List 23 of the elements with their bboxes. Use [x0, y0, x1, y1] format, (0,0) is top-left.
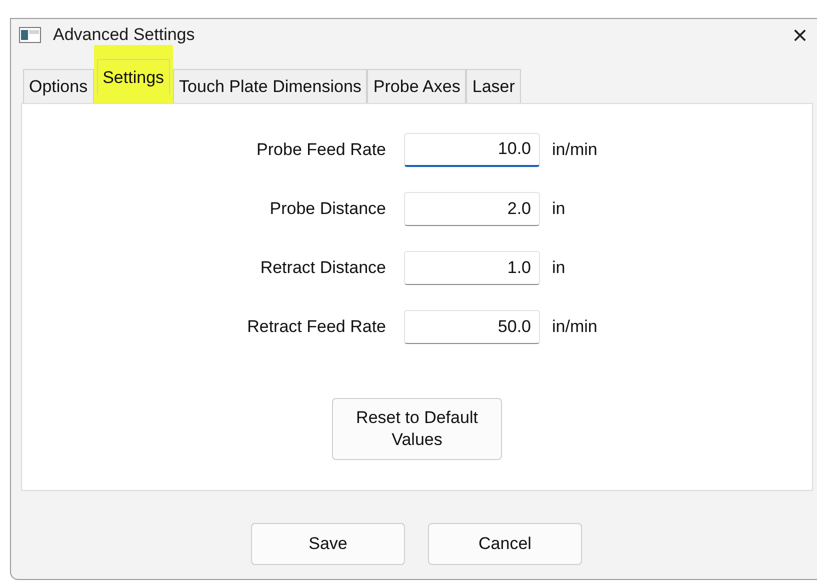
field-label: Probe Distance — [268, 198, 387, 218]
close-button[interactable]: × — [784, 19, 816, 51]
input-field[interactable]: 50.0 — [404, 310, 540, 344]
tab[interactable]: Laser — [466, 69, 521, 103]
reset-button[interactable]: Reset to Default Values — [332, 398, 502, 460]
field-label: Retract Feed Rate — [246, 316, 387, 336]
input-field[interactable]: 2.0 — [404, 192, 540, 226]
tab[interactable]: Options — [23, 69, 94, 103]
window-title: Advanced Settings — [53, 25, 196, 45]
input-field[interactable]: 1.0 — [404, 250, 540, 284]
cancel-button[interactable]: Cancel — [428, 523, 582, 565]
unit-label: in/min — [552, 316, 598, 336]
save-button[interactable]: Save — [251, 523, 405, 565]
tab[interactable]: Touch Plate Dimensions — [173, 69, 368, 103]
tab[interactable]: Probe Axes — [367, 69, 466, 103]
input-field[interactable]: 10.0 — [404, 132, 540, 166]
unit-label: in/min — [552, 140, 598, 160]
tab[interactable]: Settings — [96, 59, 170, 95]
unit-label: in — [552, 198, 566, 218]
field-label: Probe Feed Rate — [256, 140, 387, 160]
field-label: Retract Distance — [259, 258, 387, 278]
unit-label: in — [552, 258, 566, 278]
window-app-icon — [19, 27, 41, 43]
